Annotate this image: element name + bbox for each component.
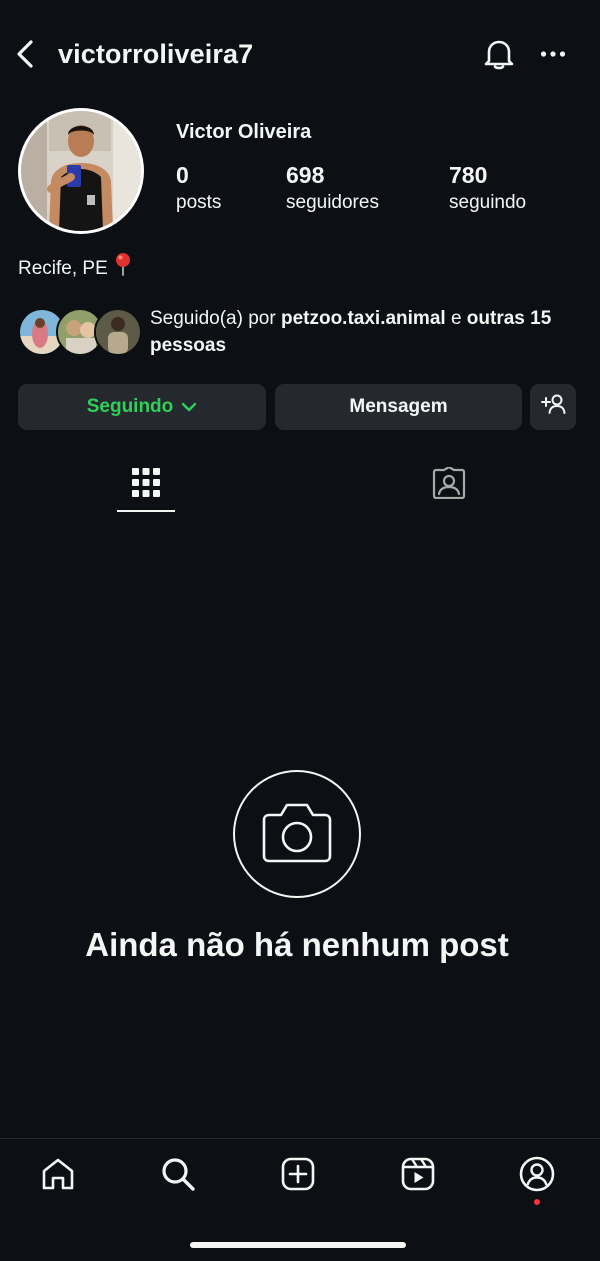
posts-count-label: posts bbox=[176, 192, 222, 213]
nav-reels[interactable] bbox=[393, 1151, 443, 1201]
mutual-followers-avatars[interactable] bbox=[18, 308, 142, 356]
grid-icon bbox=[132, 467, 160, 503]
following-button-label: Seguindo bbox=[86, 396, 174, 417]
home-icon bbox=[40, 1156, 76, 1197]
tab-posts-grid[interactable] bbox=[117, 458, 175, 512]
create-icon bbox=[280, 1156, 316, 1197]
profile-avatar[interactable] bbox=[18, 108, 144, 234]
followers-count-label: seguidores bbox=[286, 192, 379, 213]
message-button[interactable]: Mensagem bbox=[275, 384, 522, 430]
following-button[interactable]: Seguindo bbox=[18, 384, 266, 430]
profile-username: victorroliveira7 bbox=[58, 39, 254, 69]
bottom-nav-divider bbox=[0, 1138, 600, 1139]
chevron-down-icon bbox=[181, 396, 197, 418]
following-count[interactable]: 780 seguindo bbox=[449, 160, 526, 216]
followed-by-middle: e bbox=[445, 308, 467, 329]
followers-count-value: 698 bbox=[286, 162, 325, 188]
bell-icon bbox=[483, 37, 515, 71]
back-button[interactable] bbox=[10, 36, 40, 72]
search-icon bbox=[160, 1156, 196, 1197]
mutual-avatar bbox=[94, 308, 142, 356]
pin-icon bbox=[114, 252, 132, 285]
empty-state-text: Ainda não há nenhum post bbox=[85, 926, 509, 963]
home-indicator-bar[interactable] bbox=[190, 1242, 406, 1248]
profile-icon bbox=[518, 1155, 556, 1198]
location-text: Recife, PE bbox=[18, 257, 108, 279]
following-count-value: 780 bbox=[449, 162, 488, 188]
suggested-users-button[interactable] bbox=[530, 384, 576, 430]
notifications-button[interactable] bbox=[480, 35, 518, 73]
profile-notification-dot bbox=[534, 1199, 540, 1205]
followers-count[interactable]: 698 seguidores bbox=[286, 160, 379, 216]
followed-by-prefix: Seguido(a) por bbox=[150, 308, 281, 329]
add-person-icon bbox=[540, 393, 566, 421]
posts-count-value: 0 bbox=[176, 162, 189, 188]
following-count-label: seguindo bbox=[449, 192, 527, 213]
more-horizontal-icon bbox=[540, 50, 566, 58]
nav-search[interactable] bbox=[153, 1151, 203, 1201]
active-tab-indicator bbox=[117, 510, 175, 512]
message-button-label: Mensagem bbox=[349, 396, 448, 417]
posts-count[interactable]: 0 posts bbox=[176, 160, 221, 216]
nav-profile[interactable] bbox=[512, 1151, 562, 1201]
followed-by-text[interactable]: Seguido(a) por petzoo.taxi.animal e outr… bbox=[150, 305, 590, 359]
tagged-person-icon bbox=[432, 465, 466, 504]
empty-state-camera bbox=[233, 770, 361, 898]
avatar-photo bbox=[21, 111, 141, 231]
followed-by-user[interactable]: petzoo.taxi.animal bbox=[281, 308, 446, 329]
nav-home[interactable] bbox=[33, 1151, 83, 1201]
profile-full-name: Victor Oliveira bbox=[176, 121, 312, 143]
profile-location: Recife, PE bbox=[18, 252, 132, 285]
nav-create[interactable] bbox=[273, 1151, 323, 1201]
reels-icon bbox=[400, 1156, 436, 1197]
tab-tagged[interactable] bbox=[420, 458, 478, 512]
chevron-left-icon bbox=[14, 39, 36, 69]
more-options-button[interactable] bbox=[536, 35, 570, 73]
camera-icon bbox=[261, 801, 333, 868]
